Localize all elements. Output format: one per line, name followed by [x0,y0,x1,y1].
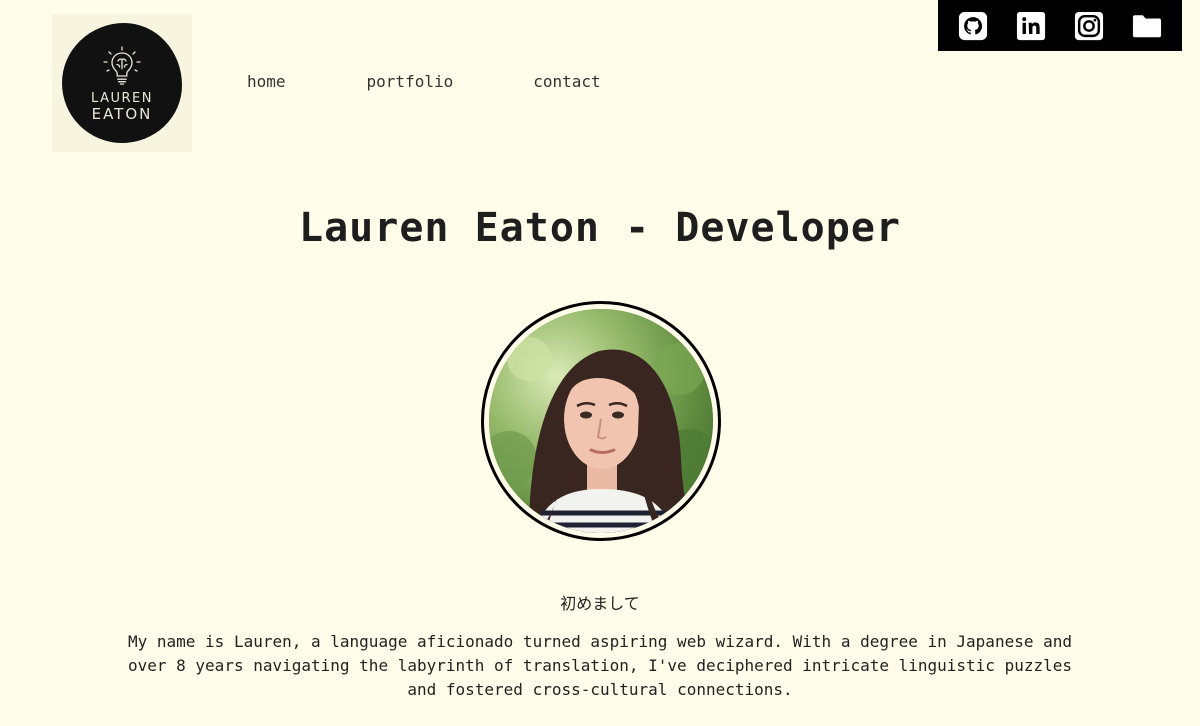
nav-home-link[interactable]: home [247,72,286,91]
github-icon [958,11,988,40]
nav-portfolio-link[interactable]: portfolio [367,72,454,91]
profile-photo-image [489,309,713,533]
logo-text-last-name: EATON [91,104,153,123]
site-logo[interactable]: LAUREN EATON [52,14,192,152]
bio-paragraph: My name is Lauren, a language aficionado… [127,632,1072,699]
greeting-text: 初めまして [560,594,640,613]
portrait-illustration [489,309,713,533]
linkedin-icon [1016,11,1046,40]
resume-folder-link[interactable] [1131,10,1163,42]
instagram-link[interactable] [1073,10,1105,42]
profile-photo [481,301,721,541]
page-title: Lauren Eaton - Developer [299,205,901,251]
lightbulb-brain-icon [103,45,141,85]
logo-text-first-name: LAUREN [91,90,153,106]
nav-contact-link[interactable]: contact [533,72,600,91]
social-links-bar [938,0,1182,51]
folder-icon [1132,14,1162,37]
instagram-icon [1074,11,1104,40]
github-link[interactable] [957,10,989,42]
main-nav: home portfolio contact [247,72,601,91]
logo-badge: LAUREN EATON [62,23,182,143]
linkedin-link[interactable] [1015,10,1047,42]
